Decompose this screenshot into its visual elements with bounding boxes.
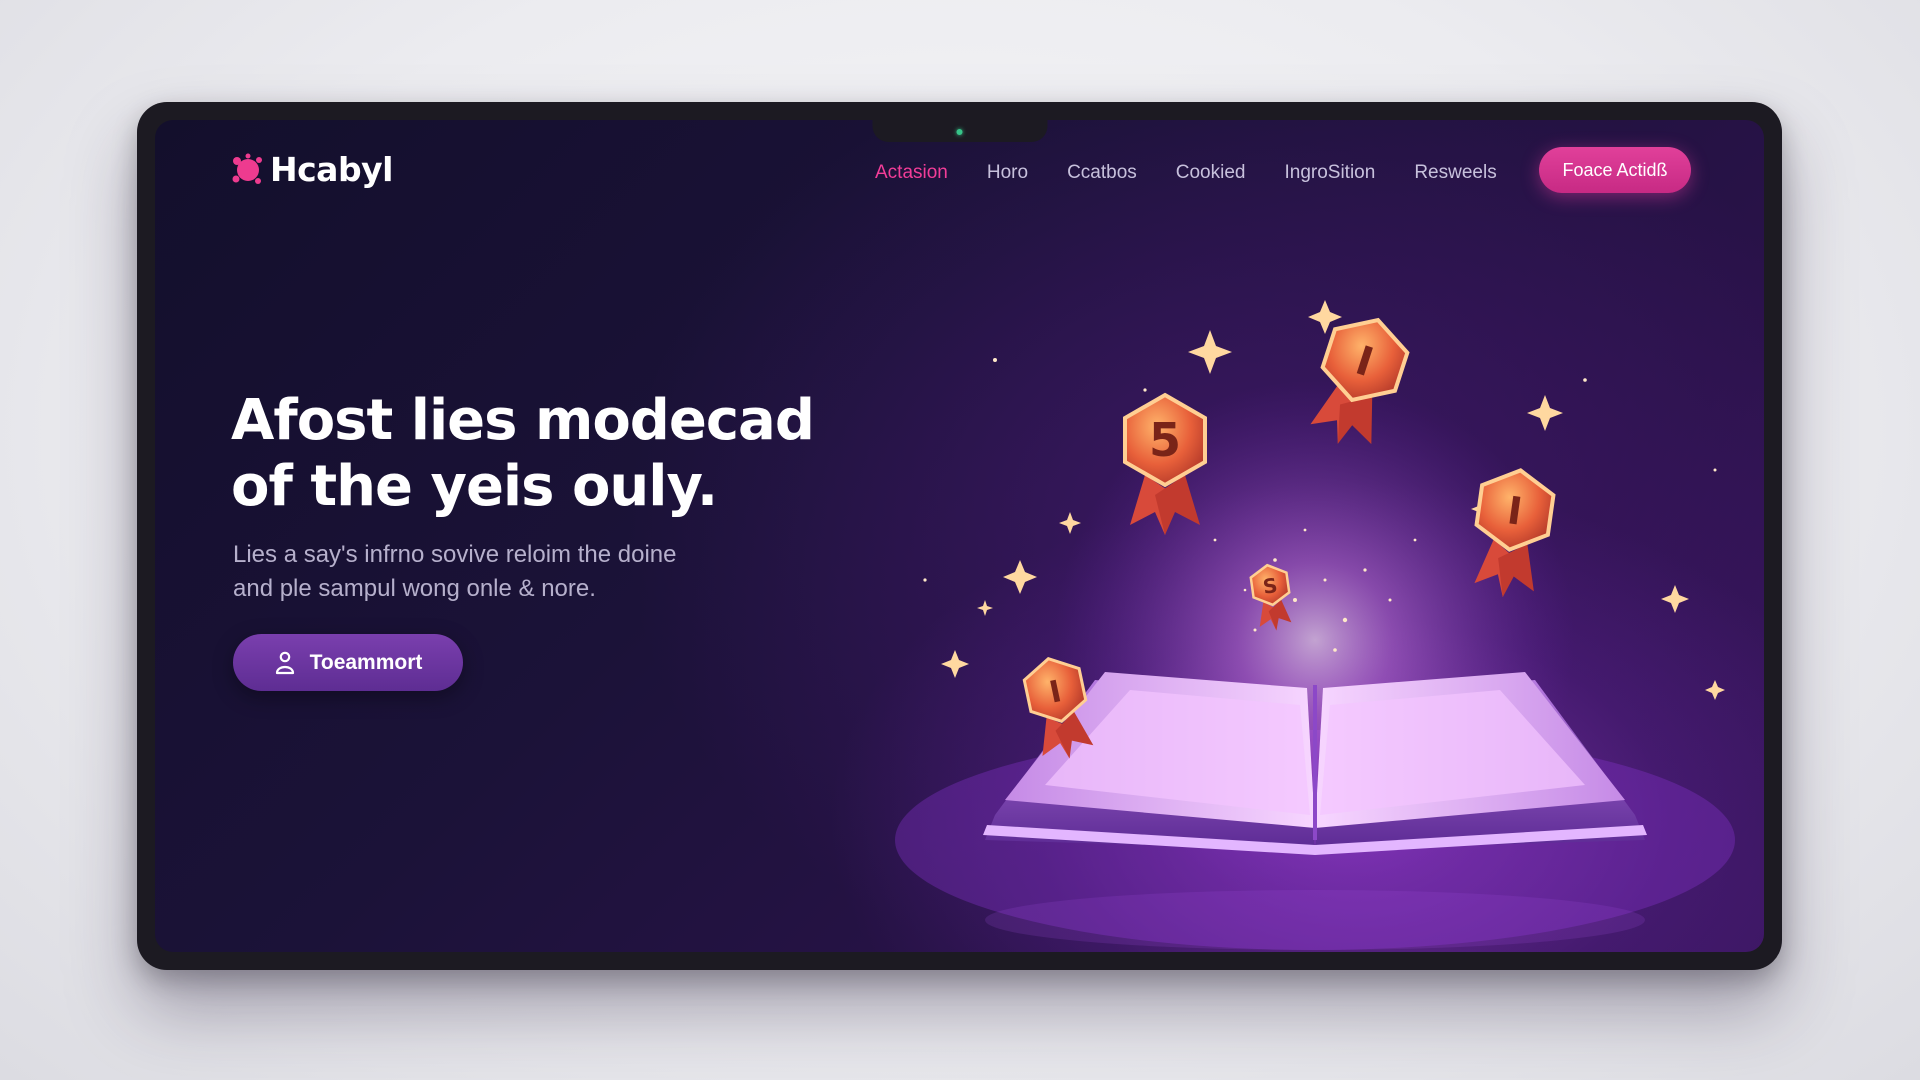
nav-item-ingrosition[interactable]: IngroSition bbox=[1284, 162, 1375, 184]
nav-cta-button[interactable]: Foace Actidß bbox=[1539, 147, 1691, 193]
camera-dot bbox=[956, 129, 963, 135]
book-illustration: 5 I I I S bbox=[895, 300, 1735, 950]
hero-subtitle-line2: and ple sampul wong onle & nore. bbox=[233, 575, 596, 602]
camera-notch bbox=[872, 120, 1047, 142]
hero-subtitle-line1: Lies a say's infrno sovive reloim the do… bbox=[233, 541, 677, 568]
nav-item-actasion[interactable]: Actasion bbox=[875, 162, 948, 184]
brand-name: Hcabyl bbox=[270, 150, 393, 189]
hero-cta-label: Toeammort bbox=[309, 650, 423, 674]
laptop-frame: Hcabyl Actasion Horo Ccatbos Cookied Ing… bbox=[137, 102, 1782, 970]
brand-logo[interactable]: Hcabyl bbox=[230, 150, 393, 189]
nav-item-horo[interactable]: Horo bbox=[987, 162, 1028, 184]
nav-item-ccatbos[interactable]: Ccatbos bbox=[1067, 162, 1137, 184]
person-icon bbox=[275, 651, 294, 674]
hero-title: Afost lies modecad of the yeis ouly. bbox=[231, 388, 871, 520]
nav-item-cookied[interactable]: Cookied bbox=[1176, 162, 1246, 184]
main-nav: Actasion Horo Ccatbos Cookied IngroSitio… bbox=[875, 162, 1497, 184]
screen: Hcabyl Actasion Horo Ccatbos Cookied Ing… bbox=[155, 120, 1764, 952]
hero-cta-button[interactable]: Toeammort bbox=[233, 634, 463, 691]
logo-splash-icon bbox=[232, 153, 262, 184]
hero-title-line1: Afost lies modecad bbox=[231, 388, 815, 453]
hero-subtitle: Lies a say's infrno sovive reloim the do… bbox=[233, 538, 793, 606]
hero-title-line2: of the yeis ouly. bbox=[231, 454, 718, 519]
svg-text:5: 5 bbox=[1149, 413, 1181, 467]
nav-item-resweels[interactable]: Resweels bbox=[1414, 162, 1496, 184]
